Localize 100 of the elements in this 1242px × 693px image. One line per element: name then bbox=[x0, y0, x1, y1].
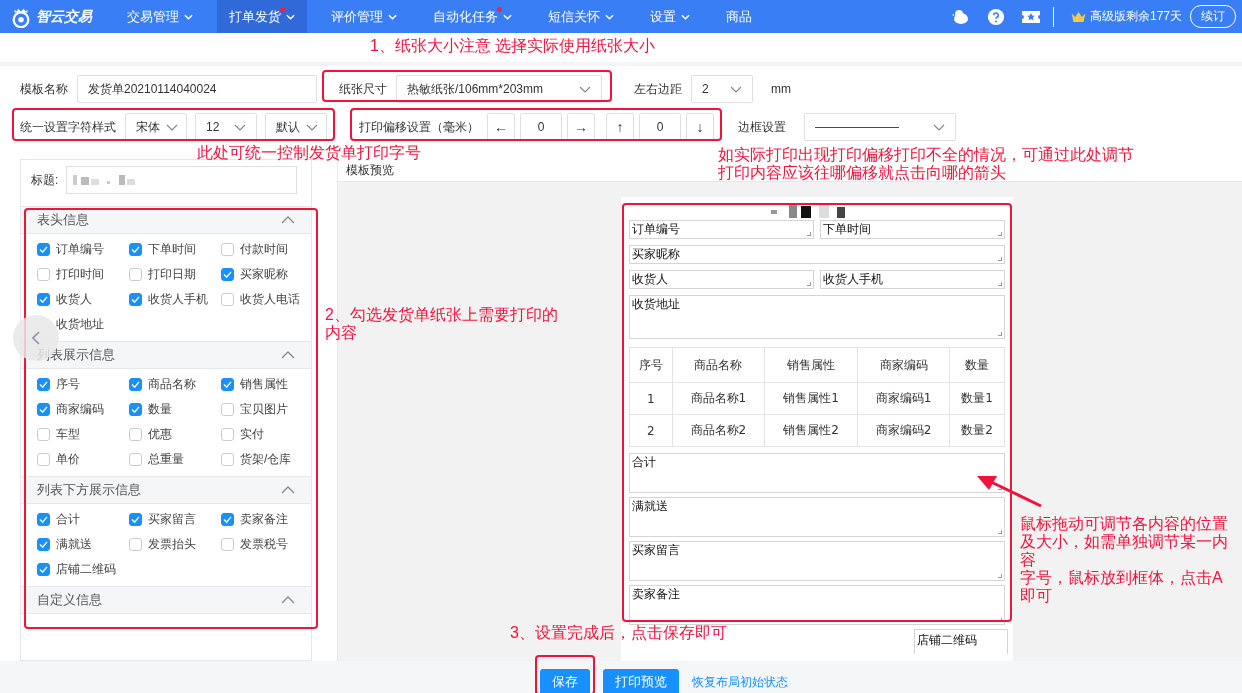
checkbox[interactable] bbox=[129, 512, 142, 526]
nav-tab[interactable]: 短信关怀 bbox=[536, 0, 626, 33]
checkbox[interactable] bbox=[37, 452, 50, 466]
section-header[interactable]: 列表展示信息 bbox=[21, 341, 311, 369]
print-field[interactable]: 买家留言 bbox=[629, 541, 1005, 581]
checkbox-label: 数量 bbox=[148, 400, 172, 418]
checkbox[interactable] bbox=[37, 292, 50, 306]
nav-tab[interactable]: 评价管理 bbox=[319, 0, 409, 33]
checkbox[interactable] bbox=[129, 537, 142, 551]
print-field[interactable]: 满就送 bbox=[629, 497, 1005, 537]
section-header[interactable]: 列表下方展示信息 bbox=[21, 476, 311, 504]
template-name-field[interactable]: 发货单20210114040024 bbox=[77, 75, 317, 103]
checkbox[interactable] bbox=[37, 562, 50, 576]
checkbox[interactable] bbox=[129, 377, 142, 391]
offset-right-button[interactable]: → bbox=[567, 113, 595, 141]
font-size-select[interactable]: 12 bbox=[195, 113, 257, 141]
checkbox[interactable] bbox=[221, 292, 234, 306]
section-title: 自定义信息 bbox=[37, 591, 102, 609]
plan-remaining-text: 高级版剩余177天 bbox=[1089, 8, 1182, 25]
checkbox[interactable] bbox=[129, 402, 142, 416]
nav-tab[interactable]: 商品 bbox=[714, 0, 764, 33]
highlight-frame bbox=[535, 655, 595, 693]
nav-tab[interactable]: 交易管理 bbox=[115, 0, 205, 33]
print-field[interactable]: 收货人手机 bbox=[820, 270, 1005, 289]
checkbox[interactable] bbox=[221, 402, 234, 416]
checkbox-label: 发票税号 bbox=[240, 535, 288, 553]
table-cell: 1 bbox=[629, 382, 673, 415]
checkbox-label: 宝贝图片 bbox=[240, 400, 288, 418]
offset-left-button[interactable]: ← bbox=[487, 113, 515, 141]
checkbox[interactable] bbox=[37, 377, 50, 391]
field-label: 统一设置字符样式 bbox=[20, 118, 116, 136]
checkbox-label: 优惠 bbox=[148, 425, 172, 443]
checkbox[interactable] bbox=[129, 427, 142, 441]
checkbox-label: 店铺二维码 bbox=[56, 560, 116, 578]
offset-x-field[interactable]: 0 bbox=[520, 113, 562, 141]
chevron-down-icon bbox=[234, 123, 246, 131]
crown-icon bbox=[1069, 9, 1087, 24]
table-cell: 商家编码2 bbox=[857, 414, 950, 447]
renew-button[interactable]: 续订 bbox=[1190, 5, 1236, 28]
checkbox[interactable] bbox=[37, 402, 50, 416]
print-field[interactable]: 店铺二维码 bbox=[914, 629, 1008, 654]
print-field[interactable]: 合计 bbox=[629, 453, 1005, 493]
checkbox[interactable] bbox=[129, 267, 142, 281]
checkbox[interactable] bbox=[129, 292, 142, 306]
chevron-down-icon bbox=[933, 123, 945, 131]
checkbox[interactable] bbox=[221, 537, 234, 551]
annotation-text: 2、勾选发货单纸张上需要打印的 内容 bbox=[325, 306, 558, 342]
checkbox[interactable] bbox=[37, 267, 50, 281]
checkbox-label: 收货人电话 bbox=[240, 290, 300, 308]
checkbox[interactable] bbox=[221, 512, 234, 526]
checkbox-label: 总重量 bbox=[148, 450, 184, 468]
title-field[interactable] bbox=[66, 166, 297, 194]
print-field[interactable]: 收货人 bbox=[629, 270, 814, 289]
unit-label: mm bbox=[771, 82, 791, 96]
checkbox[interactable] bbox=[129, 452, 142, 466]
font-weight-select[interactable]: 默认 bbox=[265, 113, 327, 141]
checkbox[interactable] bbox=[221, 427, 234, 441]
checkbox-label: 实付 bbox=[240, 425, 264, 443]
checkbox[interactable] bbox=[221, 452, 234, 466]
checkbox[interactable] bbox=[37, 242, 50, 256]
checkbox[interactable] bbox=[221, 242, 234, 256]
ticket-icon[interactable] bbox=[1020, 8, 1041, 25]
checkbox-label: 商家编码 bbox=[56, 400, 104, 418]
checkbox-label: 合计 bbox=[56, 510, 80, 528]
chevron-down-icon bbox=[579, 85, 591, 93]
checkbox-label: 货架/仓库 bbox=[240, 450, 292, 468]
section-title: 列表下方展示信息 bbox=[37, 481, 141, 499]
checkbox[interactable] bbox=[37, 537, 50, 551]
border-style-select[interactable]: ——————— bbox=[804, 113, 956, 141]
checkbox[interactable] bbox=[37, 427, 50, 441]
section-title: 列表展示信息 bbox=[37, 346, 115, 364]
paper-size-select[interactable]: 热敏纸张/106mm*203mm bbox=[396, 75, 602, 103]
table-cell: 数量1 bbox=[949, 382, 1005, 415]
section-header[interactable]: 表头信息 bbox=[21, 206, 311, 234]
checkbox-label: 打印日期 bbox=[148, 265, 196, 283]
nav-tab[interactable]: 设置 bbox=[638, 0, 702, 33]
print-field[interactable]: 订单编号 bbox=[629, 220, 814, 239]
offset-y-field[interactable]: 0 bbox=[639, 113, 681, 141]
checkbox[interactable] bbox=[221, 267, 234, 281]
checkbox[interactable] bbox=[221, 377, 234, 391]
offset-up-button[interactable]: ↑ bbox=[606, 113, 634, 141]
table-cell: 2 bbox=[629, 414, 673, 447]
field-label: 标题: bbox=[31, 171, 59, 189]
table-cell: 商品名称2 bbox=[672, 414, 765, 447]
font-family-select[interactable]: 宋体 bbox=[125, 113, 187, 141]
section-header[interactable]: 自定义信息 bbox=[21, 586, 311, 614]
help-icon[interactable] bbox=[986, 7, 1005, 26]
nav-tab[interactable]: 自动化任务 bbox=[421, 0, 524, 33]
print-field[interactable]: 卖家备注 bbox=[629, 585, 1005, 625]
checkbox[interactable] bbox=[37, 512, 50, 526]
nav-tab[interactable]: 打单发货 bbox=[217, 0, 307, 33]
checkbox[interactable] bbox=[129, 242, 142, 256]
column-header: 销售属性 bbox=[764, 347, 858, 383]
print-field[interactable]: 买家昵称 bbox=[629, 245, 1005, 264]
margin-select[interactable]: 2 bbox=[691, 75, 753, 103]
offset-down-button[interactable]: ↓ bbox=[686, 113, 714, 141]
table-cell: 销售属性2 bbox=[764, 414, 858, 447]
print-field[interactable]: 下单时间 bbox=[820, 220, 1005, 239]
print-field[interactable]: 收货地址 bbox=[629, 295, 1005, 339]
checkbox-label: 卖家备注 bbox=[240, 510, 288, 528]
